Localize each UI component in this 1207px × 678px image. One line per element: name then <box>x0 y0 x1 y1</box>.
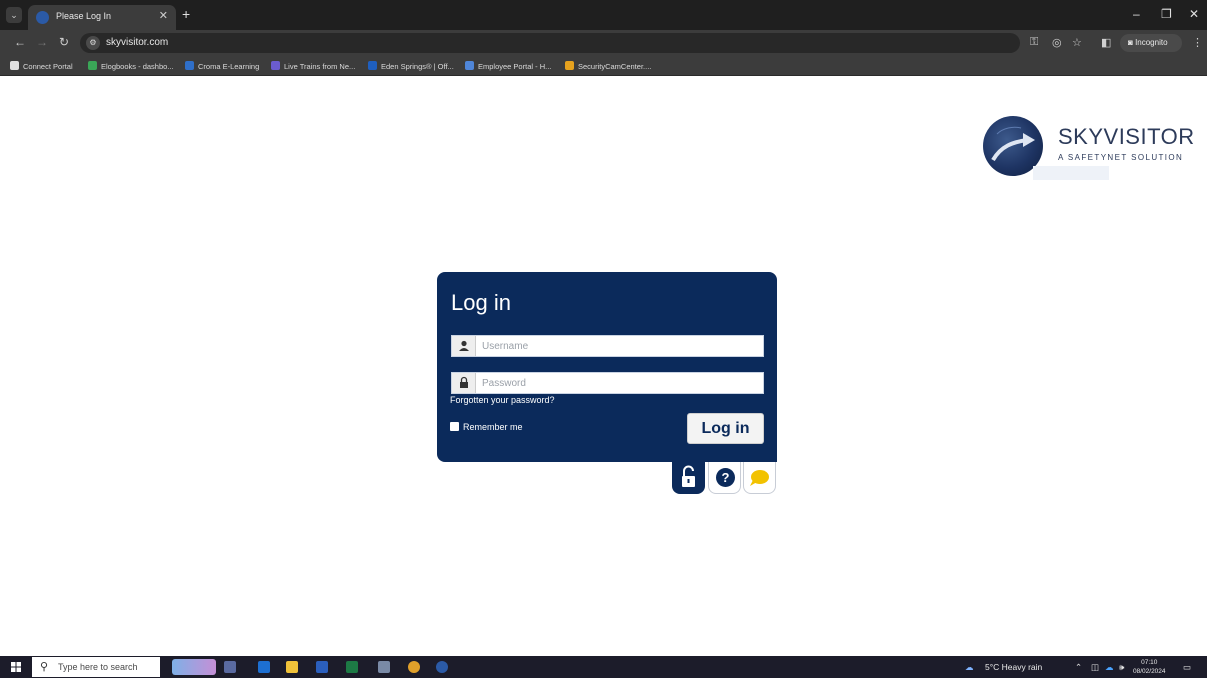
restore-icon[interactable]: ❐ <box>1161 7 1172 21</box>
bookmark-favicon-icon <box>565 61 574 70</box>
remember-me-checkbox[interactable]: Remember me <box>450 422 523 432</box>
password-field <box>451 372 764 394</box>
pen-tool-icon[interactable] <box>378 661 390 673</box>
side-panel-icon[interactable]: ◧ <box>1101 36 1111 49</box>
bookmark-item[interactable]: Connect Portal <box>10 61 73 71</box>
new-tab-icon[interactable]: + <box>182 6 190 22</box>
address-bar[interactable]: ⚙ skyvisitor.com <box>80 33 1020 53</box>
bookmark-item[interactable]: Eden Springs® | Off... <box>368 61 454 71</box>
incognito-badge[interactable]: ◙ Incognito <box>1120 34 1182 52</box>
lock-icon <box>452 373 476 393</box>
login-button[interactable]: Log in <box>687 413 764 444</box>
browser-toolbar: ← → ↻ ⚙ skyvisitor.com ⚿ ◎ ☆ ◧ ◙ Incogni… <box>0 30 1207 56</box>
taskbar-clock[interactable]: 07:10 08/02/2024 <box>1133 658 1166 676</box>
bookmark-item[interactable]: Elogbooks - dashbo... <box>88 61 174 71</box>
logo-underline <box>1033 166 1109 180</box>
bookmark-item[interactable]: Employee Portal - H... <box>465 61 551 71</box>
onedrive-icon[interactable]: ☁ <box>1105 662 1114 673</box>
windows-start-icon[interactable] <box>11 662 21 672</box>
username-field <box>451 335 764 357</box>
taskbar-search[interactable]: ⚲ Type here to search <box>32 657 160 677</box>
weather-text[interactable]: 5°C Heavy rain <box>985 662 1042 672</box>
password-input[interactable] <box>482 375 752 391</box>
unlocked-padlock-icon <box>682 465 695 487</box>
word-icon[interactable] <box>316 661 328 673</box>
bookmarks-bar: Connect Portal Elogbooks - dashbo... Cro… <box>0 56 1207 76</box>
volume-icon[interactable]: 🕪 <box>1119 662 1124 673</box>
bookmark-favicon-icon <box>368 61 377 70</box>
file-explorer-icon[interactable] <box>286 661 298 673</box>
screen: ⌄ Please Log In ✕ + – ❐ ✕ ← → ↻ ⚙ skyvis… <box>0 0 1207 678</box>
login-tab[interactable] <box>672 462 705 494</box>
taskbar-search-placeholder: Type here to search <box>58 662 138 672</box>
search-highlight-icon[interactable] <box>172 659 216 675</box>
close-window-icon[interactable]: ✕ <box>1189 7 1199 21</box>
weather-icon[interactable]: ☁ <box>965 662 974 673</box>
clock-time: 07:10 <box>1141 659 1158 666</box>
tray-chevron-icon[interactable]: ⌃ <box>1075 662 1082 673</box>
bookmark-favicon-icon <box>271 61 280 70</box>
clock-date: 08/02/2024 <box>1133 668 1166 675</box>
language-tab[interactable] <box>743 462 776 494</box>
site-info-icon[interactable]: ⚙ <box>86 36 100 50</box>
reload-icon[interactable]: ↻ <box>59 35 69 49</box>
tracking-protection-icon[interactable]: ◎ <box>1052 36 1062 49</box>
outlook-icon[interactable] <box>258 661 270 673</box>
bookmark-favicon-icon <box>185 61 194 70</box>
skyvisitor-app-icon[interactable] <box>436 661 448 673</box>
task-view-icon[interactable] <box>224 661 236 673</box>
network-icon[interactable]: ◫ <box>1091 662 1099 673</box>
bookmark-favicon-icon <box>465 61 474 70</box>
search-icon: ⚲ <box>40 661 49 673</box>
remember-me-label: Remember me <box>463 422 523 432</box>
user-icon <box>452 336 476 356</box>
tab-search-icon[interactable]: ⌄ <box>6 7 22 23</box>
bookmark-favicon-icon <box>88 61 97 70</box>
question-icon: ? <box>716 468 735 487</box>
bookmark-item[interactable]: Live Trains from Ne... <box>271 61 355 71</box>
speech-bubble-icon <box>750 470 769 486</box>
notifications-icon[interactable]: ▭ <box>1183 662 1191 673</box>
tab-title: Please Log In <box>56 11 112 21</box>
forgot-password-link[interactable]: Forgotten your password? <box>450 395 555 405</box>
forward-icon[interactable]: → <box>36 35 48 49</box>
logo-subtitle: A SAFETYNET SOLUTION <box>1058 153 1184 162</box>
help-tab[interactable]: ? <box>708 462 741 494</box>
incognito-label: Incognito <box>1135 38 1168 47</box>
bookmark-star-icon[interactable]: ☆ <box>1072 36 1082 49</box>
checkbox-box[interactable] <box>450 422 459 431</box>
login-card: Log in Forgotten your password? Remember… <box>437 272 777 462</box>
minimize-icon[interactable]: – <box>1133 7 1140 21</box>
close-tab-icon[interactable]: ✕ <box>159 9 168 22</box>
bookmark-item[interactable]: SecurityCamCenter.... <box>565 61 651 71</box>
username-input[interactable] <box>482 338 752 354</box>
browser-tab[interactable]: Please Log In ✕ <box>28 5 176 30</box>
windows-taskbar: ⚲ Type here to search ☁ 5°C Heavy rain ⌃… <box>0 656 1207 678</box>
logo-title: SKYVISITOR <box>1058 124 1195 149</box>
bookmark-favicon-icon <box>10 61 19 70</box>
password-key-icon[interactable]: ⚿ <box>1030 36 1038 49</box>
incognito-icon: ◙ <box>1128 38 1136 47</box>
more-menu-icon[interactable]: ⋮ <box>1192 36 1203 49</box>
login-title: Log in <box>451 290 511 315</box>
excel-icon[interactable] <box>346 661 358 673</box>
bookmark-item[interactable]: Croma E-Learning <box>185 61 259 71</box>
chrome-icon[interactable] <box>408 661 420 673</box>
back-icon[interactable]: ← <box>14 35 26 49</box>
url-text[interactable]: skyvisitor.com <box>106 37 168 48</box>
skyvisitor-favicon-icon <box>36 11 49 24</box>
browser-tab-strip: ⌄ Please Log In ✕ + – ❐ ✕ <box>0 0 1207 30</box>
